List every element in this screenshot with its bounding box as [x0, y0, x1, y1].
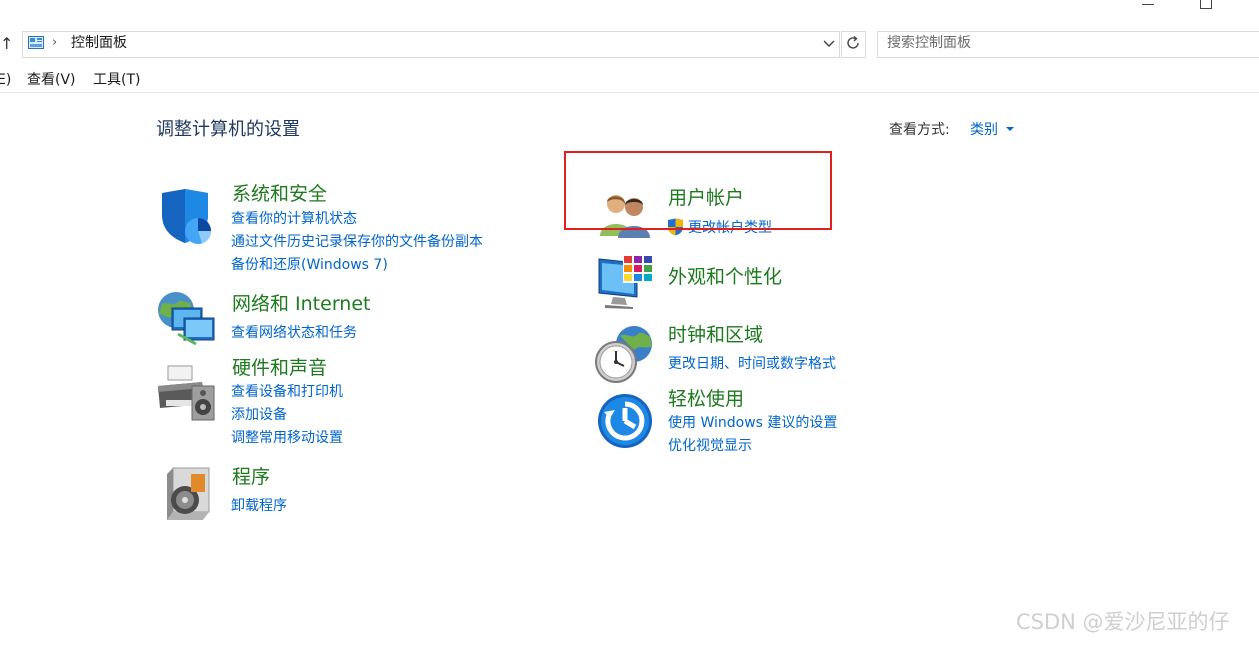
monitor-palette-icon[interactable] [597, 253, 657, 313]
breadcrumb-chevron-icon[interactable]: › [52, 35, 57, 51]
link-windows-recommended-settings[interactable]: 使用 Windows 建议的设置 [668, 415, 837, 432]
menu-tools[interactable]: 工具(T) [93, 72, 140, 89]
address-bar[interactable] [22, 31, 840, 58]
breadcrumb-control-panel[interactable]: 控制面板 [71, 35, 127, 52]
link-mobility-settings[interactable]: 调整常用移动设置 [231, 430, 343, 447]
dropdown-caret-icon[interactable] [1006, 127, 1014, 131]
control-panel-icon [28, 36, 44, 49]
ease-of-access-icon[interactable] [596, 392, 654, 450]
network-globe-icon[interactable] [156, 290, 218, 348]
highlight-box [564, 151, 832, 230]
category-system-security[interactable]: 系统和安全 [232, 183, 327, 205]
watermark: CSDN @爱沙尼亚的仔 [1016, 610, 1230, 634]
category-appearance-personalization[interactable]: 外观和个性化 [668, 266, 782, 288]
link-view-computer-status[interactable]: 查看你的计算机状态 [231, 211, 357, 228]
menu-divider [0, 92, 1259, 93]
refresh-icon [847, 35, 859, 49]
page-title: 调整计算机的设置 [156, 119, 300, 140]
link-backup-restore[interactable]: 备份和还原(Windows 7) [231, 257, 388, 274]
link-file-history[interactable]: 通过文件历史记录保存你的文件备份副本 [231, 234, 483, 251]
category-network-internet[interactable]: 网络和 Internet [232, 293, 370, 315]
programs-disc-icon[interactable] [163, 466, 213, 522]
link-uninstall-program[interactable]: 卸载程序 [231, 498, 287, 515]
link-change-date-time[interactable]: 更改日期、时间或数字格式 [668, 356, 836, 373]
category-programs[interactable]: 程序 [232, 466, 270, 488]
maximize-icon[interactable] [1200, 0, 1212, 9]
up-arrow-icon[interactable]: ↑ [0, 35, 14, 53]
menu-view[interactable]: 查看(V) [27, 72, 76, 89]
category-clock-region[interactable]: 时钟和区域 [668, 324, 763, 346]
view-by-label: 查看方式: [889, 122, 950, 138]
view-by-dropdown[interactable]: 类别 [970, 122, 998, 139]
clock-globe-icon[interactable] [594, 324, 658, 384]
link-add-device[interactable]: 添加设备 [231, 407, 287, 424]
link-optimize-visual-display[interactable]: 优化视觉显示 [668, 438, 752, 455]
printer-speaker-icon[interactable] [156, 364, 218, 422]
link-network-status[interactable]: 查看网络状态和任务 [231, 325, 357, 342]
chevron-down-icon[interactable] [820, 35, 838, 53]
link-devices-printers[interactable]: 查看设备和打印机 [231, 384, 343, 401]
menu-edit[interactable]: E) [0, 72, 11, 89]
shield-icon[interactable] [158, 187, 216, 245]
category-hardware-sound[interactable]: 硬件和声音 [232, 357, 327, 379]
category-ease-of-access[interactable]: 轻松使用 [668, 388, 744, 410]
minimize-icon[interactable] [1142, 4, 1154, 5]
search-placeholder: 搜索控制面板 [887, 35, 971, 51]
